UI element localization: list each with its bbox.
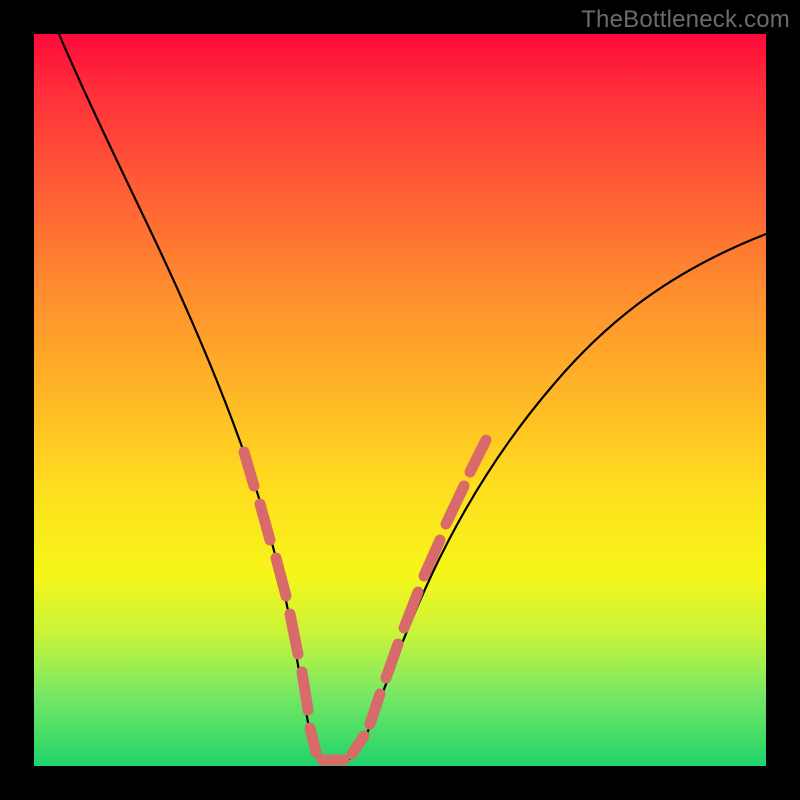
right-dash-1 [370, 694, 380, 724]
left-dash-5 [302, 672, 308, 710]
valley-dash-3 [352, 736, 364, 754]
left-dash-4 [290, 614, 298, 654]
right-dash-4 [424, 540, 440, 576]
watermark-text: TheBottleneck.com [581, 6, 790, 34]
left-dash-2 [260, 504, 270, 540]
right-dash-6 [470, 440, 486, 472]
left-dash-1 [244, 452, 254, 486]
left-dash-3 [276, 558, 286, 596]
valley-dash-1 [310, 728, 316, 752]
right-dash-3 [404, 592, 418, 628]
right-dash-2 [386, 644, 398, 678]
curve-svg [34, 34, 766, 766]
chart-frame: TheBottleneck.com [0, 0, 800, 800]
plot-area [34, 34, 766, 766]
